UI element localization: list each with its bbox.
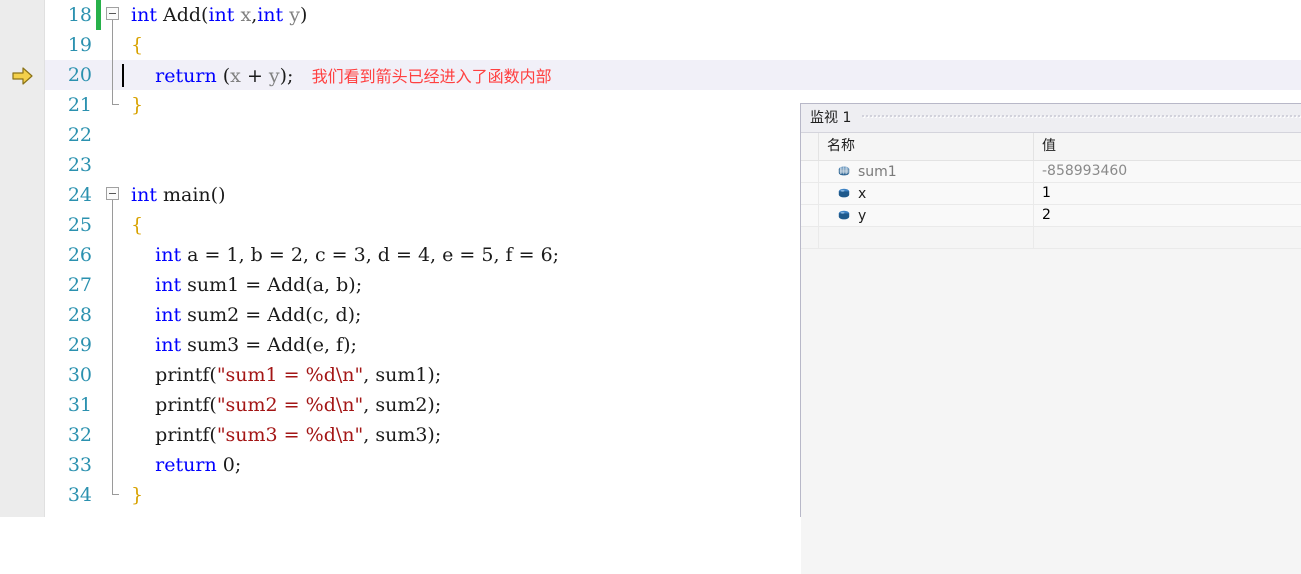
fold-marker[interactable] bbox=[101, 0, 127, 30]
fold-marker bbox=[101, 390, 127, 420]
line-number: 27 bbox=[67, 274, 92, 296]
fold-marker bbox=[101, 210, 127, 240]
watch-name-label: sum1 bbox=[858, 163, 897, 180]
fold-marker bbox=[101, 240, 127, 270]
fold-guide bbox=[112, 330, 113, 360]
code-line-current[interactable]: 20 return (x + y); 我们看到箭头已经进入了函数内部 bbox=[45, 60, 1301, 90]
line-number: 23 bbox=[67, 154, 92, 176]
fold-guide bbox=[112, 270, 113, 300]
line-number: 28 bbox=[67, 304, 92, 326]
watch-value-cell[interactable]: 2 bbox=[1034, 205, 1301, 226]
fold-marker bbox=[101, 270, 127, 300]
fold-guide bbox=[112, 390, 113, 420]
fold-marker bbox=[101, 480, 127, 510]
row-gutter bbox=[801, 183, 819, 204]
watch-name-label: y bbox=[858, 207, 867, 224]
row-gutter bbox=[801, 227, 819, 248]
row-gutter bbox=[801, 205, 819, 226]
table-row-empty[interactable] bbox=[801, 227, 1301, 249]
watch-value-cell[interactable]: 1 bbox=[1034, 183, 1301, 204]
code-text: return (x + y); 我们看到箭头已经进入了函数内部 bbox=[155, 65, 552, 87]
collapse-icon[interactable] bbox=[106, 7, 119, 20]
row-gutter bbox=[801, 161, 819, 182]
text-caret bbox=[122, 64, 124, 87]
fold-guide bbox=[112, 300, 113, 330]
line-number: 21 bbox=[67, 94, 92, 116]
line-number: 34 bbox=[67, 484, 92, 506]
annotation-text: 我们看到箭头已经进入了函数内部 bbox=[311, 67, 552, 86]
fold-guide bbox=[112, 30, 113, 60]
line-number: 29 bbox=[67, 334, 92, 356]
watch-value-cell[interactable] bbox=[1034, 227, 1301, 248]
fold-marker bbox=[101, 30, 127, 60]
code-line[interactable]: 19 { bbox=[45, 30, 1301, 60]
watch-column-headers: 名称 值 bbox=[801, 133, 1301, 161]
watch-tab-row[interactable]: 监视 1 bbox=[801, 104, 1301, 133]
line-number: 22 bbox=[67, 124, 92, 146]
column-header-value[interactable]: 值 bbox=[1034, 133, 1301, 160]
watch-name-cell[interactable]: x bbox=[819, 183, 1034, 204]
fold-guide bbox=[112, 240, 113, 270]
code-text: int Add(int x,int y) bbox=[131, 4, 308, 26]
watch-window[interactable]: 监视 1 名称 值 sum1 -858993460 x 1 y 2 bbox=[800, 103, 1301, 574]
tab-watch-1[interactable]: 监视 1 bbox=[801, 104, 862, 132]
fold-marker bbox=[101, 420, 127, 450]
fold-guide bbox=[112, 20, 113, 30]
fold-guide bbox=[112, 480, 119, 495]
code-line[interactable]: 18 int Add(int x,int y) bbox=[45, 0, 1301, 30]
table-row[interactable]: y 2 bbox=[801, 205, 1301, 227]
line-number: 33 bbox=[67, 454, 92, 476]
field-grid-icon bbox=[838, 166, 850, 176]
collapse-icon[interactable] bbox=[106, 187, 119, 200]
fold-marker bbox=[101, 330, 127, 360]
fold-guide bbox=[112, 200, 113, 210]
fold-marker bbox=[101, 120, 127, 150]
fold-marker bbox=[101, 450, 127, 480]
fold-marker[interactable] bbox=[101, 180, 127, 210]
line-number: 18 bbox=[67, 4, 92, 26]
line-number: 30 bbox=[67, 364, 92, 386]
header-gutter bbox=[801, 133, 819, 160]
watch-rows[interactable]: sum1 -858993460 x 1 y 2 bbox=[801, 161, 1301, 574]
tab-grip[interactable] bbox=[861, 104, 1301, 132]
table-row[interactable]: sum1 -858993460 bbox=[801, 161, 1301, 183]
fold-marker bbox=[101, 90, 127, 120]
fold-guide bbox=[112, 60, 113, 90]
fold-marker bbox=[101, 360, 127, 390]
line-number: 26 bbox=[67, 244, 92, 266]
watch-name-cell[interactable]: sum1 bbox=[819, 161, 1034, 182]
line-number: 32 bbox=[67, 424, 92, 446]
execution-pointer-icon bbox=[12, 67, 33, 85]
fold-guide bbox=[112, 90, 119, 105]
watch-name-cell[interactable] bbox=[819, 227, 1034, 248]
watch-name-cell[interactable]: y bbox=[819, 205, 1034, 226]
watch-name-label: x bbox=[858, 185, 867, 202]
fold-guide bbox=[112, 360, 113, 390]
table-row[interactable]: x 1 bbox=[801, 183, 1301, 205]
line-number: 25 bbox=[67, 214, 92, 236]
fold-marker bbox=[101, 150, 127, 180]
breakpoint-margin[interactable] bbox=[0, 0, 45, 517]
line-number: 24 bbox=[67, 184, 92, 206]
fold-guide bbox=[112, 210, 113, 240]
line-number: 20 bbox=[67, 64, 92, 86]
field-box-icon bbox=[838, 210, 850, 220]
code-text: { bbox=[131, 34, 144, 56]
fold-marker bbox=[101, 300, 127, 330]
fold-guide bbox=[112, 420, 113, 450]
watch-value-cell[interactable]: -858993460 bbox=[1034, 161, 1301, 182]
column-header-name[interactable]: 名称 bbox=[819, 133, 1034, 160]
field-box-icon bbox=[838, 188, 850, 198]
line-number: 19 bbox=[67, 34, 92, 56]
fold-guide bbox=[112, 450, 113, 480]
line-number: 31 bbox=[67, 394, 92, 416]
